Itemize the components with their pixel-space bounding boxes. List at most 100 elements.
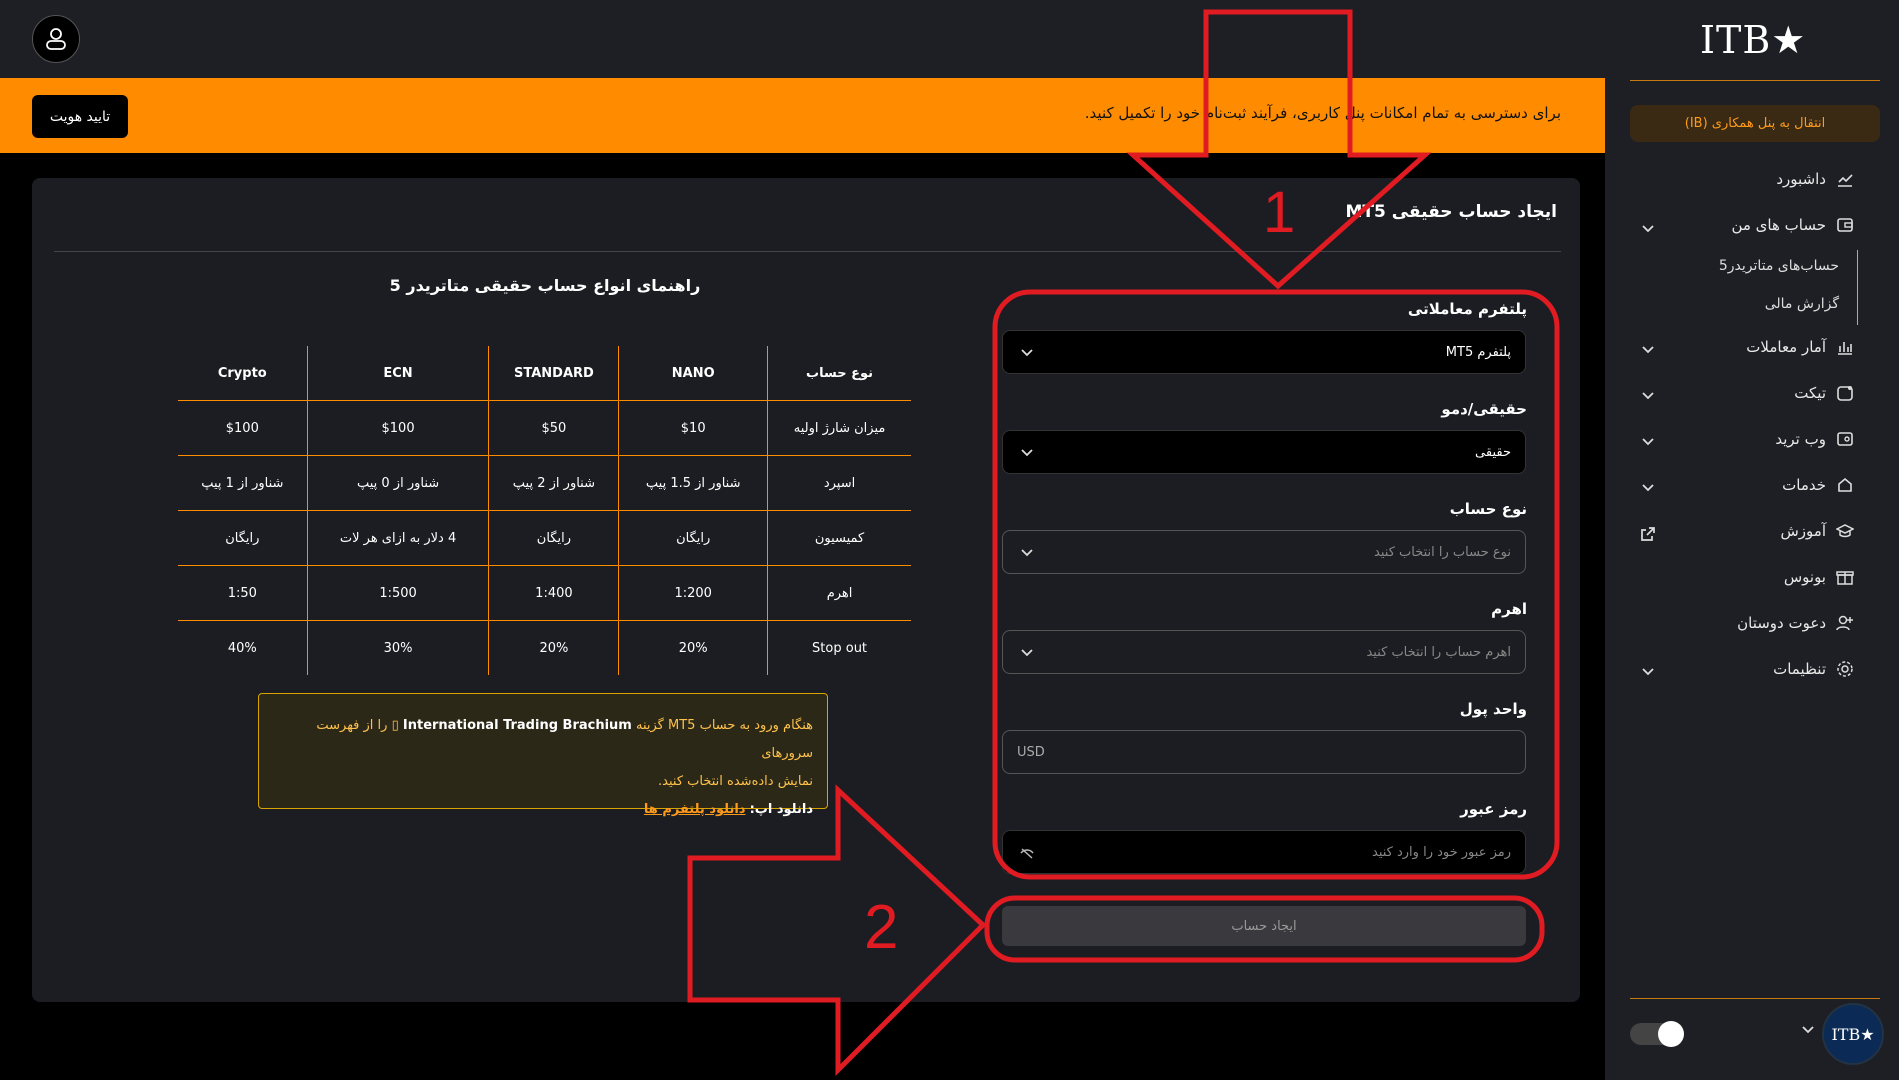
table-header: NANO xyxy=(618,346,768,401)
currency-label: واحد پول xyxy=(1459,700,1527,718)
top-bar xyxy=(0,0,1605,78)
table-row: اهرم 1:200 1:400 1:500 1:50 xyxy=(178,565,911,621)
chevron-down-icon[interactable] xyxy=(1640,664,1656,680)
chevron-down-icon xyxy=(1021,449,1033,457)
table-header: ECN xyxy=(306,346,489,401)
add-user-icon xyxy=(1836,615,1853,631)
table-cell: 20% xyxy=(618,620,768,675)
ib-panel-button[interactable]: انتقال به پنل همکاری (IB) xyxy=(1630,105,1880,142)
web-trade-icon xyxy=(1837,432,1853,446)
account-type-select[interactable]: نوع حساب را انتخاب کنید xyxy=(1002,530,1526,574)
table-header: STANDARD xyxy=(488,346,619,401)
services-icon xyxy=(1838,477,1852,492)
note-line-2: نمایش داده‌شده انتخاب کنید. xyxy=(658,774,813,789)
wallet-icon xyxy=(1837,218,1853,232)
real-demo-value: حقیقی xyxy=(1475,444,1511,460)
submenu-line xyxy=(1857,250,1858,325)
chevron-down-icon[interactable] xyxy=(1640,388,1656,404)
document-icon: ▯ xyxy=(391,718,399,733)
platform-select[interactable]: پلتفرم MT5 xyxy=(1002,330,1526,374)
download-platforms-link[interactable]: دانلود پلتفرم ها xyxy=(644,802,746,817)
real-demo-select[interactable]: حقیقی xyxy=(1002,430,1526,474)
server-note: هنگام ورود به حساب MT5 گزینه Internation… xyxy=(258,693,828,817)
sidebar-item-label: بونوس xyxy=(1783,568,1826,586)
chevron-down-icon xyxy=(1021,349,1033,357)
table-cell: 1:500 xyxy=(306,565,489,621)
avatar[interactable]: ITB★ xyxy=(1822,1003,1884,1065)
chevron-down-icon[interactable] xyxy=(1640,480,1656,496)
sidebar-item-web-trade[interactable]: وب ترید xyxy=(1775,430,1854,448)
graduation-icon xyxy=(1836,524,1854,538)
table-cell: اسپرد xyxy=(767,455,911,511)
registration-banner: برای دسترسی به تمام امکانات پنل کاربری، … xyxy=(0,78,1605,153)
chevron-down-icon[interactable] xyxy=(1640,434,1656,450)
sidebar-item-label: دعوت دوستان xyxy=(1737,614,1826,632)
currency-field[interactable]: USD xyxy=(1002,730,1526,774)
table-cell: 30% xyxy=(306,620,489,675)
sidebar-item-label: خدمات xyxy=(1782,476,1826,494)
user-profile-button[interactable] xyxy=(32,15,80,63)
server-name: International Trading Brachium xyxy=(402,718,632,733)
chevron-down-icon[interactable] xyxy=(1640,221,1656,237)
gear-icon xyxy=(1837,661,1853,677)
sidebar-item-dashboard[interactable]: داشبورد xyxy=(1776,170,1854,188)
external-link-icon[interactable] xyxy=(1640,526,1656,542)
note-line-1: هنگام ورود به حساب MT5 گزینه Internation… xyxy=(273,712,813,768)
password-label: رمز عبور xyxy=(1460,800,1527,818)
sidebar-item-services[interactable]: خدمات xyxy=(1782,476,1854,494)
user-icon xyxy=(46,28,66,50)
table-row: Stop out 20% 20% 30% 40% xyxy=(178,620,911,675)
sidebar-item-label: تنظیمات xyxy=(1773,660,1826,678)
page-title: ایجاد حساب حقیقی MT5 xyxy=(1345,202,1557,222)
create-account-button[interactable]: ایجاد حساب xyxy=(1002,906,1526,946)
table-row: کمیسیون رایگان رایگان 4 دلار به ازای هر … xyxy=(178,510,911,566)
bar-chart-icon xyxy=(1838,342,1852,355)
table-cell: میزان شارژ اولیه xyxy=(767,400,911,456)
table-cell: رایگان xyxy=(618,510,768,566)
sidebar-item-label: تیکت xyxy=(1794,384,1826,402)
sidebar-item-label: حساب های من xyxy=(1731,216,1826,234)
divider xyxy=(54,251,1561,252)
divider xyxy=(1630,998,1880,999)
table-cell: $100 xyxy=(306,400,489,456)
account-type-label: نوع حساب xyxy=(1449,500,1527,518)
note-text: هنگام ورود به حساب MT5 گزینه xyxy=(636,718,813,733)
chevron-down-icon xyxy=(1021,649,1033,657)
chart-icon xyxy=(1838,174,1853,187)
chevron-down-icon xyxy=(1021,549,1033,557)
verify-identity-button[interactable]: تایید هویت xyxy=(32,95,128,138)
sidebar-item-my-accounts[interactable]: حساب های من xyxy=(1731,216,1854,234)
eye-off-icon[interactable] xyxy=(1019,845,1035,861)
sidebar-subitem-mt5-accounts[interactable]: حساب‌های متاتریدر5 xyxy=(1719,258,1839,274)
table-cell: کمیسیون xyxy=(767,510,911,566)
account-types-table: نوع حساب NANO STANDARD ECN Crypto میزان … xyxy=(178,346,911,675)
table-cell: Stop out xyxy=(767,620,911,675)
table-header: Crypto xyxy=(178,346,308,401)
table-header: نوع حساب xyxy=(767,346,911,401)
gift-icon xyxy=(1836,571,1854,585)
table-cell: 1:400 xyxy=(488,565,619,621)
sidebar-item-settings[interactable]: تنظیمات xyxy=(1773,660,1854,678)
chevron-down-icon[interactable] xyxy=(1640,342,1656,358)
sidebar-item-trade-stats[interactable]: آمار معاملات xyxy=(1746,338,1854,356)
sidebar-item-bonus[interactable]: بونوس xyxy=(1784,568,1854,586)
table-cell: $100 xyxy=(178,400,308,456)
sidebar-item-education[interactable]: آموزش xyxy=(1780,522,1854,540)
theme-toggle-knob[interactable] xyxy=(1658,1021,1684,1047)
password-placeholder: رمز عبور خود را وارد کنید xyxy=(1372,844,1511,860)
chevron-down-icon[interactable] xyxy=(1800,1022,1816,1038)
sidebar-item-label: وب ترید xyxy=(1775,430,1826,448)
password-field[interactable]: رمز عبور خود را وارد کنید xyxy=(1002,830,1526,874)
sidebar-item-invite-friends[interactable]: دعوت دوستان xyxy=(1737,614,1854,632)
guide-title: راهنمای انواع حساب حقیقی متاتریدر 5 xyxy=(389,276,701,295)
table-cell: 4 دلار به ازای هر لات xyxy=(306,510,489,566)
table-cell: 1:200 xyxy=(618,565,768,621)
table-cell: 1:50 xyxy=(178,565,308,621)
table-row: اسپرد شناور از 1.5 پیپ شناور از 2 پیپ شن… xyxy=(178,455,911,511)
sidebar-item-ticket[interactable]: تیکت xyxy=(1794,384,1854,402)
table-cell: 40% xyxy=(227,640,257,656)
leverage-select[interactable]: اهرم حساب را انتخاب کنید xyxy=(1002,630,1526,674)
sidebar-subitem-financial-report[interactable]: گزارش مالی xyxy=(1765,296,1839,312)
currency-value: USD xyxy=(1017,744,1045,760)
sidebar-item-label: آمار معاملات xyxy=(1746,338,1826,356)
